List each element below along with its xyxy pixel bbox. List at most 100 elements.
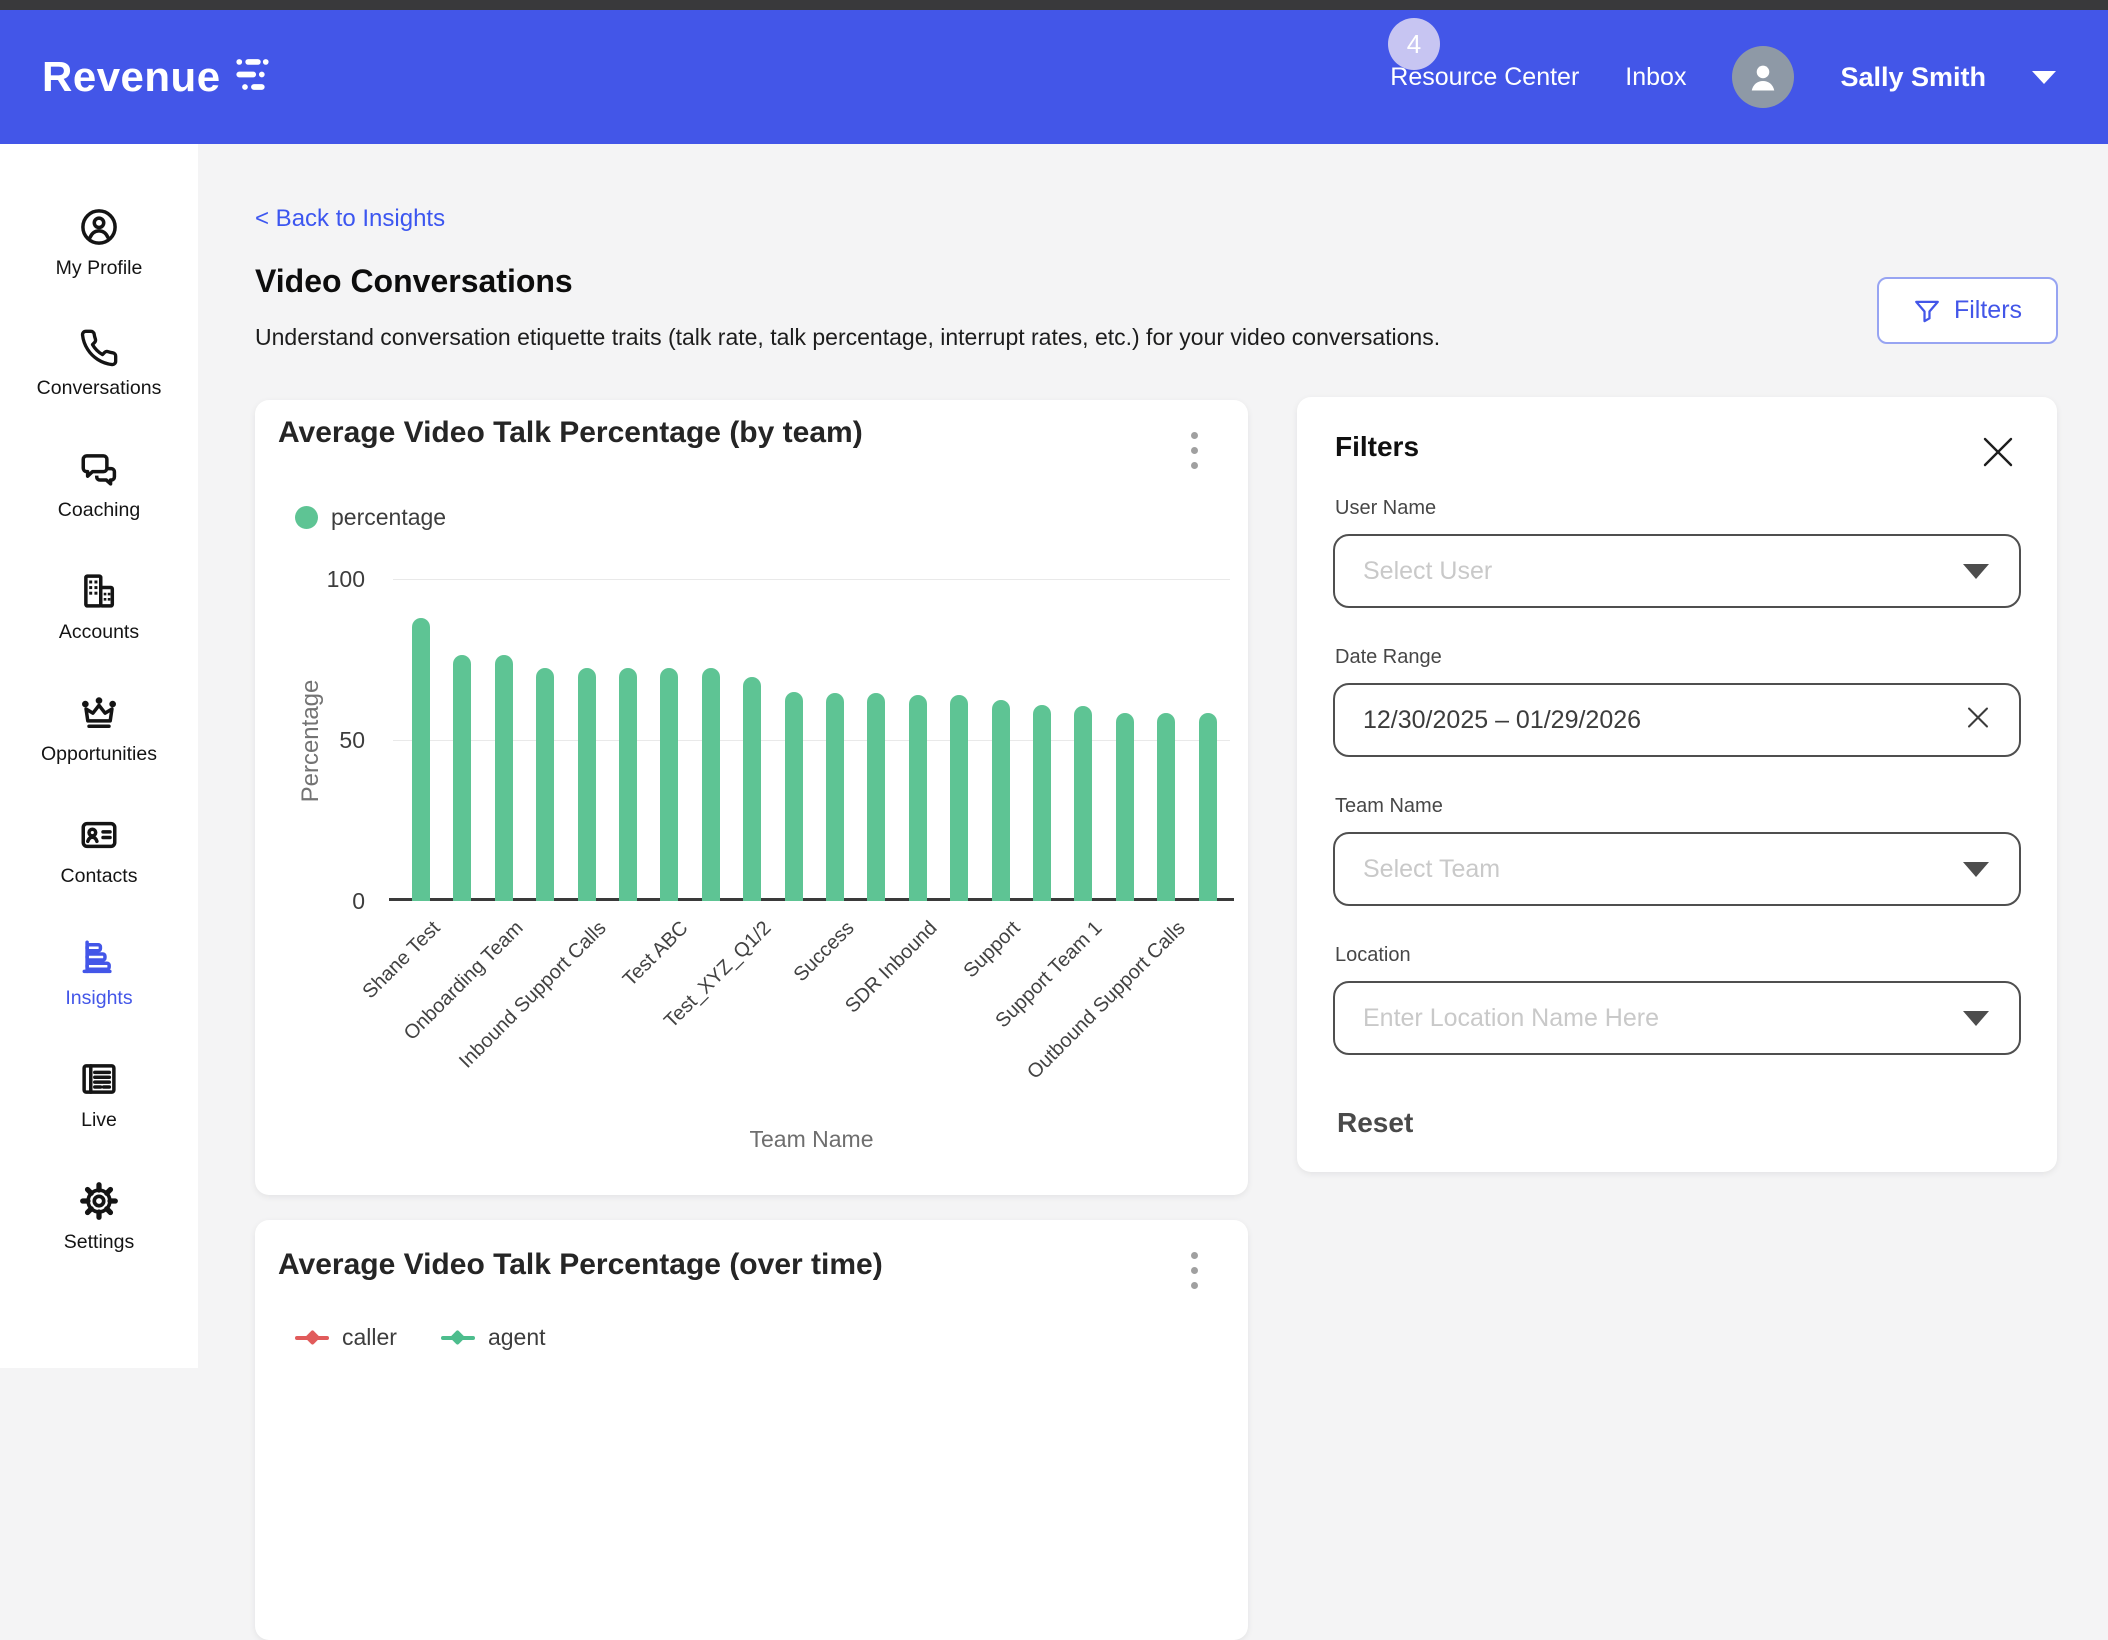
location-label: Location — [1335, 944, 2021, 967]
sidebar-nav: My Profile Conversations Coaching Accoun… — [0, 144, 198, 1368]
bar — [826, 693, 844, 901]
y-tick-label: 100 — [281, 566, 365, 592]
bar — [785, 692, 803, 901]
sidebar-item-accounts[interactable]: Accounts — [59, 570, 139, 644]
line-diamond-marker-icon — [441, 1329, 475, 1346]
location-input[interactable]: Enter Location Name Here — [1333, 981, 2021, 1055]
gridline — [393, 579, 1230, 580]
x-axis-line — [389, 898, 1234, 901]
sidebar-item-opportunities[interactable]: Opportunities — [41, 692, 157, 766]
chart-title: Average Video Talk Percentage (over time… — [278, 1248, 883, 1282]
chart-title: Average Video Talk Percentage (by team) — [278, 416, 863, 450]
x-axis-labels: Shane TestOnboarding TeamInbound Support… — [393, 917, 1230, 1122]
sidebar-item-coaching[interactable]: Coaching — [58, 448, 140, 522]
dropdown-caret-icon[interactable] — [1963, 564, 1989, 579]
date-range-input[interactable]: 12/30/2025 – 01/29/2026 — [1333, 683, 2021, 757]
chart-card-over-time: Average Video Talk Percentage (over time… — [255, 1220, 1248, 1640]
legend-item-agent[interactable]: agent — [441, 1324, 546, 1351]
avatar[interactable] — [1732, 46, 1794, 108]
bar — [950, 695, 968, 901]
y-tick-label: 0 — [281, 888, 365, 914]
chart-card-by-team: Average Video Talk Percentage (by team) … — [255, 400, 1248, 1195]
legend-item-percentage[interactable]: percentage — [295, 504, 446, 531]
bar — [660, 668, 678, 901]
sidebar-item-settings[interactable]: Settings — [64, 1180, 134, 1254]
crown-icon — [78, 692, 120, 734]
y-tick-label: 50 — [281, 727, 365, 753]
close-icon[interactable] — [1979, 433, 2017, 471]
brand-name: Revenue — [42, 53, 221, 101]
sidebar-item-my-profile[interactable]: My Profile — [56, 206, 143, 280]
filters-panel: Filters User Name Select User Date Range… — [1297, 397, 2057, 1172]
profile-icon — [78, 206, 120, 248]
bar — [743, 677, 761, 901]
bar — [702, 668, 720, 901]
bar — [992, 700, 1010, 901]
filters-button[interactable]: Filters — [1877, 277, 2058, 344]
brand-logo[interactable]: Revenue — [42, 53, 275, 101]
bar — [1074, 706, 1092, 901]
top-navbar: Revenue 4 Resource Center Inbox Sally Sm… — [0, 10, 2108, 144]
x-tick-label: Inbound Support Calls — [455, 917, 611, 1073]
bar — [453, 655, 471, 901]
buildings-icon — [78, 570, 120, 612]
page-description: Understand conversation etiquette traits… — [255, 324, 1440, 351]
dropdown-caret-icon[interactable] — [1963, 862, 1989, 877]
chevron-down-icon[interactable] — [2032, 71, 2056, 84]
funnel-icon — [1913, 298, 1941, 324]
bar — [867, 693, 885, 901]
bar — [412, 618, 430, 901]
sidebar-item-insights[interactable]: Insights — [65, 936, 132, 1010]
back-to-insights-link[interactable]: < Back to Insights — [255, 205, 445, 233]
chart-legend: percentage — [295, 504, 446, 531]
x-tick-label: Shane Test — [358, 917, 445, 1004]
sidebar-item-conversations[interactable]: Conversations — [37, 328, 162, 400]
bar-chart-plot — [393, 579, 1230, 901]
bar — [578, 668, 596, 901]
bar — [1033, 705, 1051, 901]
dropdown-caret-icon[interactable] — [1963, 1011, 1989, 1026]
gridline — [393, 740, 1230, 741]
team-select[interactable]: Select Team — [1333, 832, 2021, 906]
bar — [495, 655, 513, 901]
chart-legend: caller agent — [295, 1324, 546, 1351]
sidebar-item-live[interactable]: Live — [78, 1058, 120, 1132]
notification-badge: 4 — [1388, 18, 1440, 70]
x-tick-label: Success — [790, 917, 860, 987]
user-menu[interactable]: Sally Smith — [1840, 62, 1986, 93]
filters-panel-title: Filters — [1335, 431, 2021, 463]
user-select[interactable]: Select User — [1333, 534, 2021, 608]
sidebar-item-contacts[interactable]: Contacts — [61, 814, 138, 888]
legend-item-caller[interactable]: caller — [295, 1324, 397, 1351]
contact-card-icon — [78, 814, 120, 856]
chart-menu-kebab-icon[interactable] — [1187, 1248, 1202, 1293]
bar — [1157, 713, 1175, 901]
reset-button[interactable]: Reset — [1337, 1107, 1413, 1139]
team-name-label: Team Name — [1335, 795, 2021, 818]
x-tick-label: Support — [959, 917, 1025, 983]
phone-icon — [79, 328, 119, 368]
bar — [619, 668, 637, 901]
bar — [536, 668, 554, 901]
x-tick-label: Outbound Support Calls — [1023, 917, 1190, 1084]
gear-icon — [78, 1180, 120, 1222]
chart-menu-kebab-icon[interactable] — [1187, 428, 1202, 473]
legend-dot — [295, 506, 318, 529]
live-feed-icon — [78, 1058, 120, 1100]
browser-top-strip — [0, 0, 2108, 10]
inbox-link[interactable]: Inbox — [1625, 63, 1686, 92]
user-name-label: User Name — [1335, 497, 2021, 520]
bar — [909, 695, 927, 901]
revenue-logo-icon — [235, 58, 275, 97]
date-range-label: Date Range — [1335, 646, 2021, 669]
chat-bubbles-icon — [78, 448, 120, 490]
page-title: Video Conversations — [255, 263, 573, 300]
line-diamond-marker-icon — [295, 1329, 329, 1346]
bar — [1116, 713, 1134, 901]
bar-chart-icon — [78, 936, 120, 978]
x-tick-label: Test ABC — [619, 917, 693, 991]
clear-date-icon[interactable] — [1963, 703, 1993, 738]
x-axis-title: Team Name — [393, 1126, 1230, 1153]
bar — [1199, 713, 1217, 901]
person-icon — [1745, 59, 1781, 95]
